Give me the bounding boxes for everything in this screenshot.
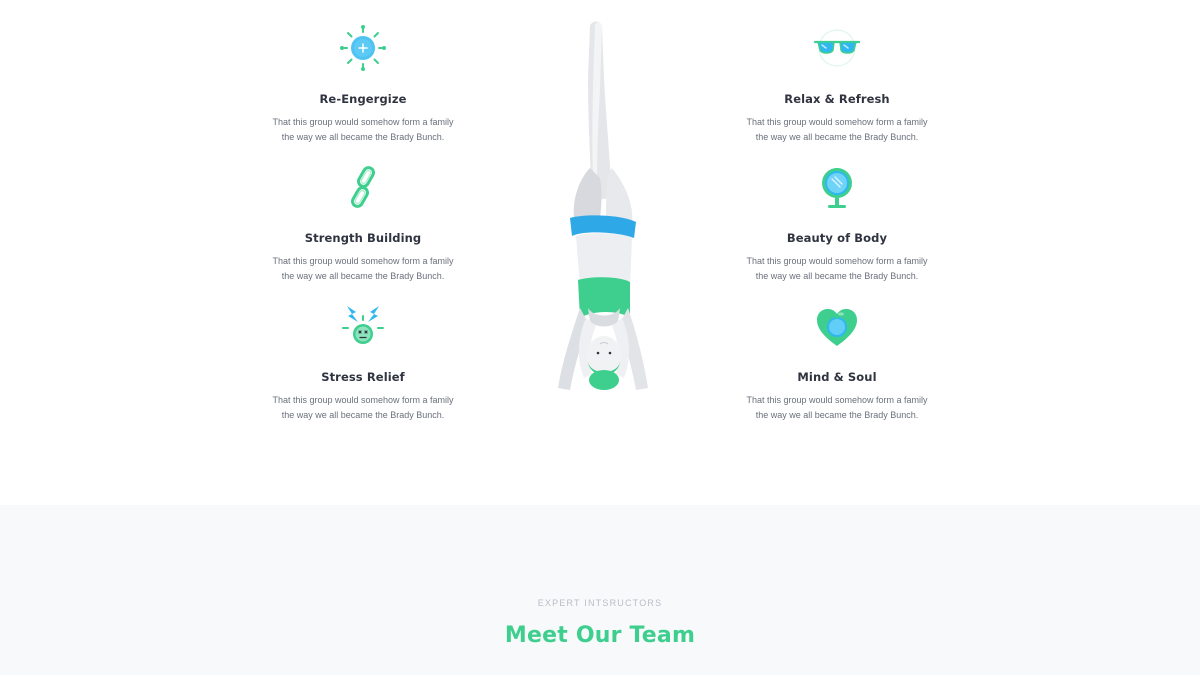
feature-description-line: That this group would somehow form a fam…	[272, 395, 454, 405]
section-title: Meet Our Team	[504, 623, 696, 648]
feature-stress-relief: Stress Relief That this group would some…	[248, 302, 478, 423]
heart-apple-icon	[813, 302, 861, 350]
feature-description-line: the way we all became the Brady Bunch.	[281, 410, 445, 420]
feature-description-line: the way we all became the Brady Bunch.	[281, 132, 445, 142]
feature-title: Stress Relief	[321, 370, 405, 384]
sun-icon	[339, 24, 387, 72]
benefits-section: Re-Engergize That this group would someh…	[0, 0, 1200, 505]
feature-description-line: the way we all became the Brady Bunch.	[755, 132, 919, 142]
feature-title: Mind & Soul	[797, 370, 877, 384]
feature-mind-soul: Mind & Soul That this group would someho…	[722, 302, 952, 423]
feature-description-line: That this group would somehow form a fam…	[272, 256, 454, 266]
feature-title: Strength Building	[304, 231, 422, 245]
feature-description-line: That this group would somehow form a fam…	[746, 117, 928, 127]
mirror-icon	[813, 163, 861, 211]
feature-strength-building: Strength Building That this group would …	[248, 163, 478, 284]
feature-description: That this group would somehow form a fam…	[248, 254, 478, 284]
feature-description: That this group would somehow form a fam…	[722, 393, 952, 423]
feature-description-line: That this group would somehow form a fam…	[746, 395, 928, 405]
feature-title: Relax & Refresh	[784, 92, 890, 106]
section-eyebrow: EXPERT INTSRUCTORS	[537, 598, 663, 608]
chain-link-icon	[339, 163, 387, 211]
feature-description: That this group would somehow form a fam…	[722, 254, 952, 284]
feature-beauty-of-body: Beauty of Body That this group would som…	[722, 163, 952, 284]
feature-title: Re-Engergize	[319, 92, 407, 106]
feature-relax-refresh: Relax & Refresh That this group would so…	[722, 24, 952, 145]
feature-description: That this group would somehow form a fam…	[722, 115, 952, 145]
feature-description-line: the way we all became the Brady Bunch.	[755, 410, 919, 420]
feature-description-line: That this group would somehow form a fam…	[272, 117, 454, 127]
feature-description: That this group would somehow form a fam…	[248, 393, 478, 423]
headstand-yoga-figure-icon	[540, 18, 660, 396]
sunglasses-icon	[813, 24, 861, 72]
feature-description-line: the way we all became the Brady Bunch.	[755, 271, 919, 281]
feature-description: That this group would somehow form a fam…	[248, 115, 478, 145]
feature-description-line: the way we all became the Brady Bunch.	[281, 271, 445, 281]
lightning-face-icon	[339, 302, 387, 350]
feature-description-line: That this group would somehow form a fam…	[746, 256, 928, 266]
feature-re-energize: Re-Engergize That this group would someh…	[248, 24, 478, 145]
team-section: EXPERT INTSRUCTORS Meet Our Team	[0, 505, 1200, 675]
feature-title: Beauty of Body	[786, 231, 888, 245]
